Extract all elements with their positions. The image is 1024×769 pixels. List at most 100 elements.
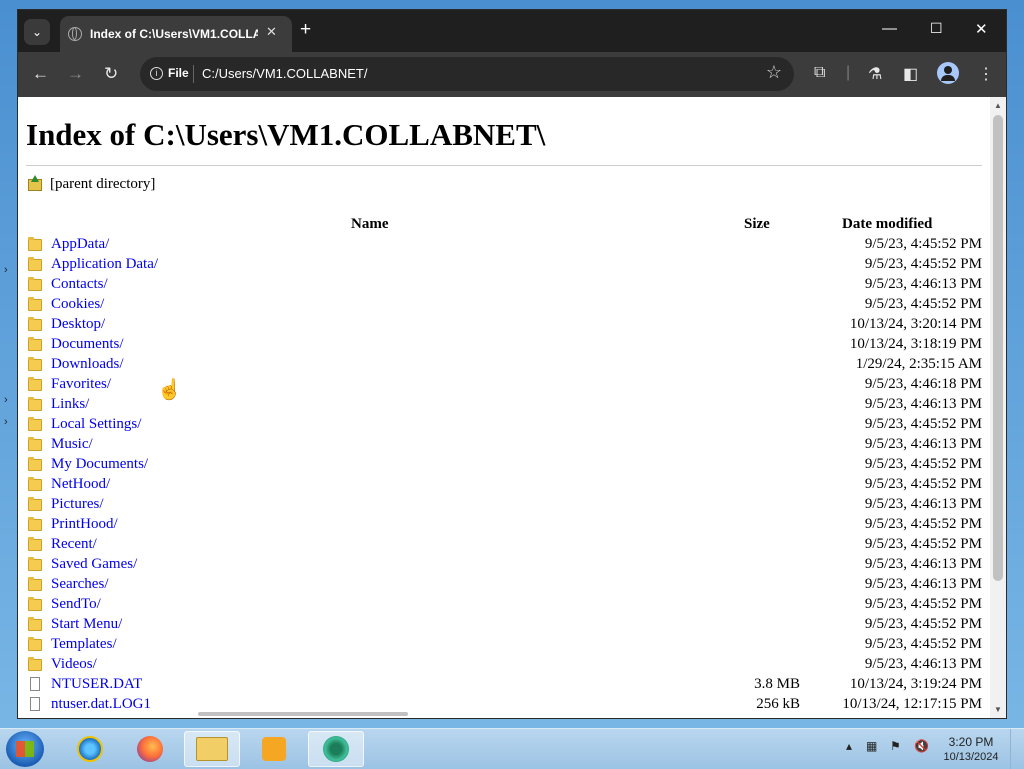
entry-name[interactable]: Pictures — [51, 496, 99, 512]
entry-link[interactable]: Application Data/ — [51, 254, 158, 274]
vertical-scrollbar[interactable]: ▲ ▼ — [990, 97, 1006, 718]
entry-link[interactable]: Music/ — [51, 434, 93, 454]
bookmark-star-icon[interactable]: ☆ — [766, 62, 782, 83]
entry-date: 9/5/23, 4:46:13 PM — [864, 436, 982, 452]
tab-strip: ⌄ Index of C:\Users\VM1.COLLAI ✕ + — ☐ ✕ — [18, 10, 1006, 52]
entry-name[interactable]: SendTo — [51, 596, 97, 612]
entry-link[interactable]: Recent/ — [51, 534, 97, 554]
entry-name[interactable]: NetHood — [51, 476, 106, 492]
back-button[interactable]: ← — [32, 64, 49, 84]
folder-slash: / — [92, 536, 97, 552]
start-button[interactable] — [6, 731, 44, 767]
close-tab-icon[interactable]: ✕ — [266, 24, 277, 40]
scroll-down-arrow-icon[interactable]: ▼ — [994, 705, 1002, 714]
profile-avatar-icon[interactable] — [937, 62, 959, 84]
entry-link[interactable]: SendTo/ — [51, 594, 101, 614]
entry-name[interactable]: Templates — [51, 636, 112, 652]
column-header-date[interactable]: Date modified — [842, 216, 932, 233]
entry-link[interactable]: NTUSER.DAT — [51, 674, 142, 694]
action-center-flag-icon[interactable]: ⚑ — [890, 739, 901, 753]
url-text[interactable]: C:/Users/VM1.COLLABNET/ — [202, 66, 367, 81]
entry-name[interactable]: Favorites — [51, 376, 107, 392]
internet-explorer-taskbar-button[interactable] — [62, 731, 118, 767]
scroll-up-arrow-icon[interactable]: ▲ — [994, 101, 1002, 110]
entry-link[interactable]: Templates/ — [51, 634, 117, 654]
entry-name[interactable]: NTUSER.DAT — [51, 676, 142, 692]
clock-time: 3:20 PM — [948, 735, 994, 749]
system-clock[interactable]: 3:20 PM 10/13/2024 — [940, 735, 1002, 765]
entry-name[interactable]: Saved Games — [51, 556, 133, 572]
entry-link[interactable]: Videos/ — [51, 654, 97, 674]
scheme-chip[interactable]: File — [168, 66, 189, 80]
folder-slash: / — [112, 636, 117, 652]
firefox-taskbar-button[interactable] — [122, 731, 178, 767]
entry-name[interactable]: Music — [51, 436, 89, 452]
entry-link[interactable]: Contacts/ — [51, 274, 108, 294]
entry-name[interactable]: Start Menu — [51, 616, 118, 632]
entry-link[interactable]: Saved Games/ — [51, 554, 137, 574]
entry-name[interactable]: Searches — [51, 576, 104, 592]
scrollbar-thumb[interactable] — [993, 115, 1003, 581]
forward-button[interactable]: → — [67, 64, 84, 84]
volume-muted-icon[interactable]: 🔇 — [914, 739, 929, 753]
file-explorer-taskbar-button[interactable] — [184, 731, 240, 767]
column-header-size[interactable]: Size — [744, 216, 770, 233]
tab-search-button[interactable]: ⌄ — [24, 19, 50, 45]
entry-name[interactable]: Documents — [51, 336, 119, 352]
column-header-name[interactable]: Name — [351, 216, 389, 233]
entry-link[interactable]: Cookies/ — [51, 294, 104, 314]
entry-link[interactable]: Downloads/ — [51, 354, 124, 374]
entry-link[interactable]: Pictures/ — [51, 494, 104, 514]
entry-name[interactable]: Downloads — [51, 356, 119, 372]
horizontal-scrollbar[interactable] — [18, 710, 418, 716]
new-tab-button[interactable]: + — [300, 20, 311, 40]
address-bar[interactable]: i File C:/Users/VM1.COLLABNET/ ☆ — [140, 57, 794, 91]
media-player-taskbar-button[interactable] — [246, 731, 302, 767]
entry-name[interactable]: Desktop — [51, 316, 101, 332]
clock-date: 10/13/2024 — [943, 751, 999, 763]
entry-link[interactable]: Local Settings/ — [51, 414, 141, 434]
entry-link[interactable]: AppData/ — [51, 234, 109, 254]
entry-link[interactable]: NetHood/ — [51, 474, 110, 494]
folder-icon — [28, 357, 42, 371]
entry-link[interactable]: PrintHood/ — [51, 514, 118, 534]
entry-name[interactable]: Contacts — [51, 276, 104, 292]
close-window-button[interactable]: ✕ — [975, 20, 988, 38]
folder-icon — [28, 237, 42, 251]
reload-button[interactable]: ↻ — [104, 64, 118, 84]
side-panel-icon[interactable]: ◧ — [903, 64, 918, 84]
extensions-icon[interactable]: ⧉ — [814, 64, 825, 82]
entry-link[interactable]: Documents/ — [51, 334, 124, 354]
show-hidden-icons-icon[interactable]: ▴ — [846, 739, 852, 753]
minimize-button[interactable]: — — [882, 20, 897, 37]
labs-flask-icon[interactable]: ⚗ — [868, 64, 882, 84]
menu-kebab-icon[interactable]: ⋮ — [978, 64, 994, 84]
entry-link[interactable]: Desktop/ — [51, 314, 105, 334]
entry-name[interactable]: Links — [51, 396, 85, 412]
chrome-taskbar-button[interactable] — [308, 731, 364, 767]
entry-link[interactable]: Favorites/ — [51, 374, 111, 394]
show-desktop-button[interactable] — [1010, 729, 1024, 769]
entry-date: 9/5/23, 4:45:52 PM — [864, 236, 982, 252]
entry-name[interactable]: Application Data — [51, 256, 154, 272]
scrollbar-thumb[interactable] — [198, 712, 408, 716]
entry-name[interactable]: Cookies — [51, 296, 100, 312]
entry-name[interactable]: AppData — [51, 236, 105, 252]
parent-directory-link[interactable]: [parent directory] — [28, 175, 155, 193]
network-icon[interactable]: ▦ — [866, 739, 877, 753]
entry-name[interactable]: Local Settings — [51, 416, 137, 432]
entry-link[interactable]: My Documents/ — [51, 454, 148, 474]
entry-link[interactable]: Searches/ — [51, 574, 108, 594]
maximize-button[interactable]: ☐ — [930, 20, 943, 37]
info-icon[interactable]: i — [150, 67, 163, 80]
entry-name[interactable]: My Documents — [51, 456, 144, 472]
hand-cursor-icon: ☝ — [157, 379, 182, 401]
entry-link[interactable]: Start Menu/ — [51, 614, 122, 634]
folder-slash: / — [143, 456, 149, 472]
entry-name[interactable]: Videos — [51, 656, 93, 672]
parent-directory-label[interactable]: [parent directory] — [50, 176, 155, 192]
entry-link[interactable]: Links/ — [51, 394, 89, 414]
tab-active[interactable]: Index of C:\Users\VM1.COLLAI ✕ — [60, 16, 292, 52]
entry-name[interactable]: PrintHood — [51, 516, 114, 532]
entry-name[interactable]: Recent — [51, 536, 93, 552]
